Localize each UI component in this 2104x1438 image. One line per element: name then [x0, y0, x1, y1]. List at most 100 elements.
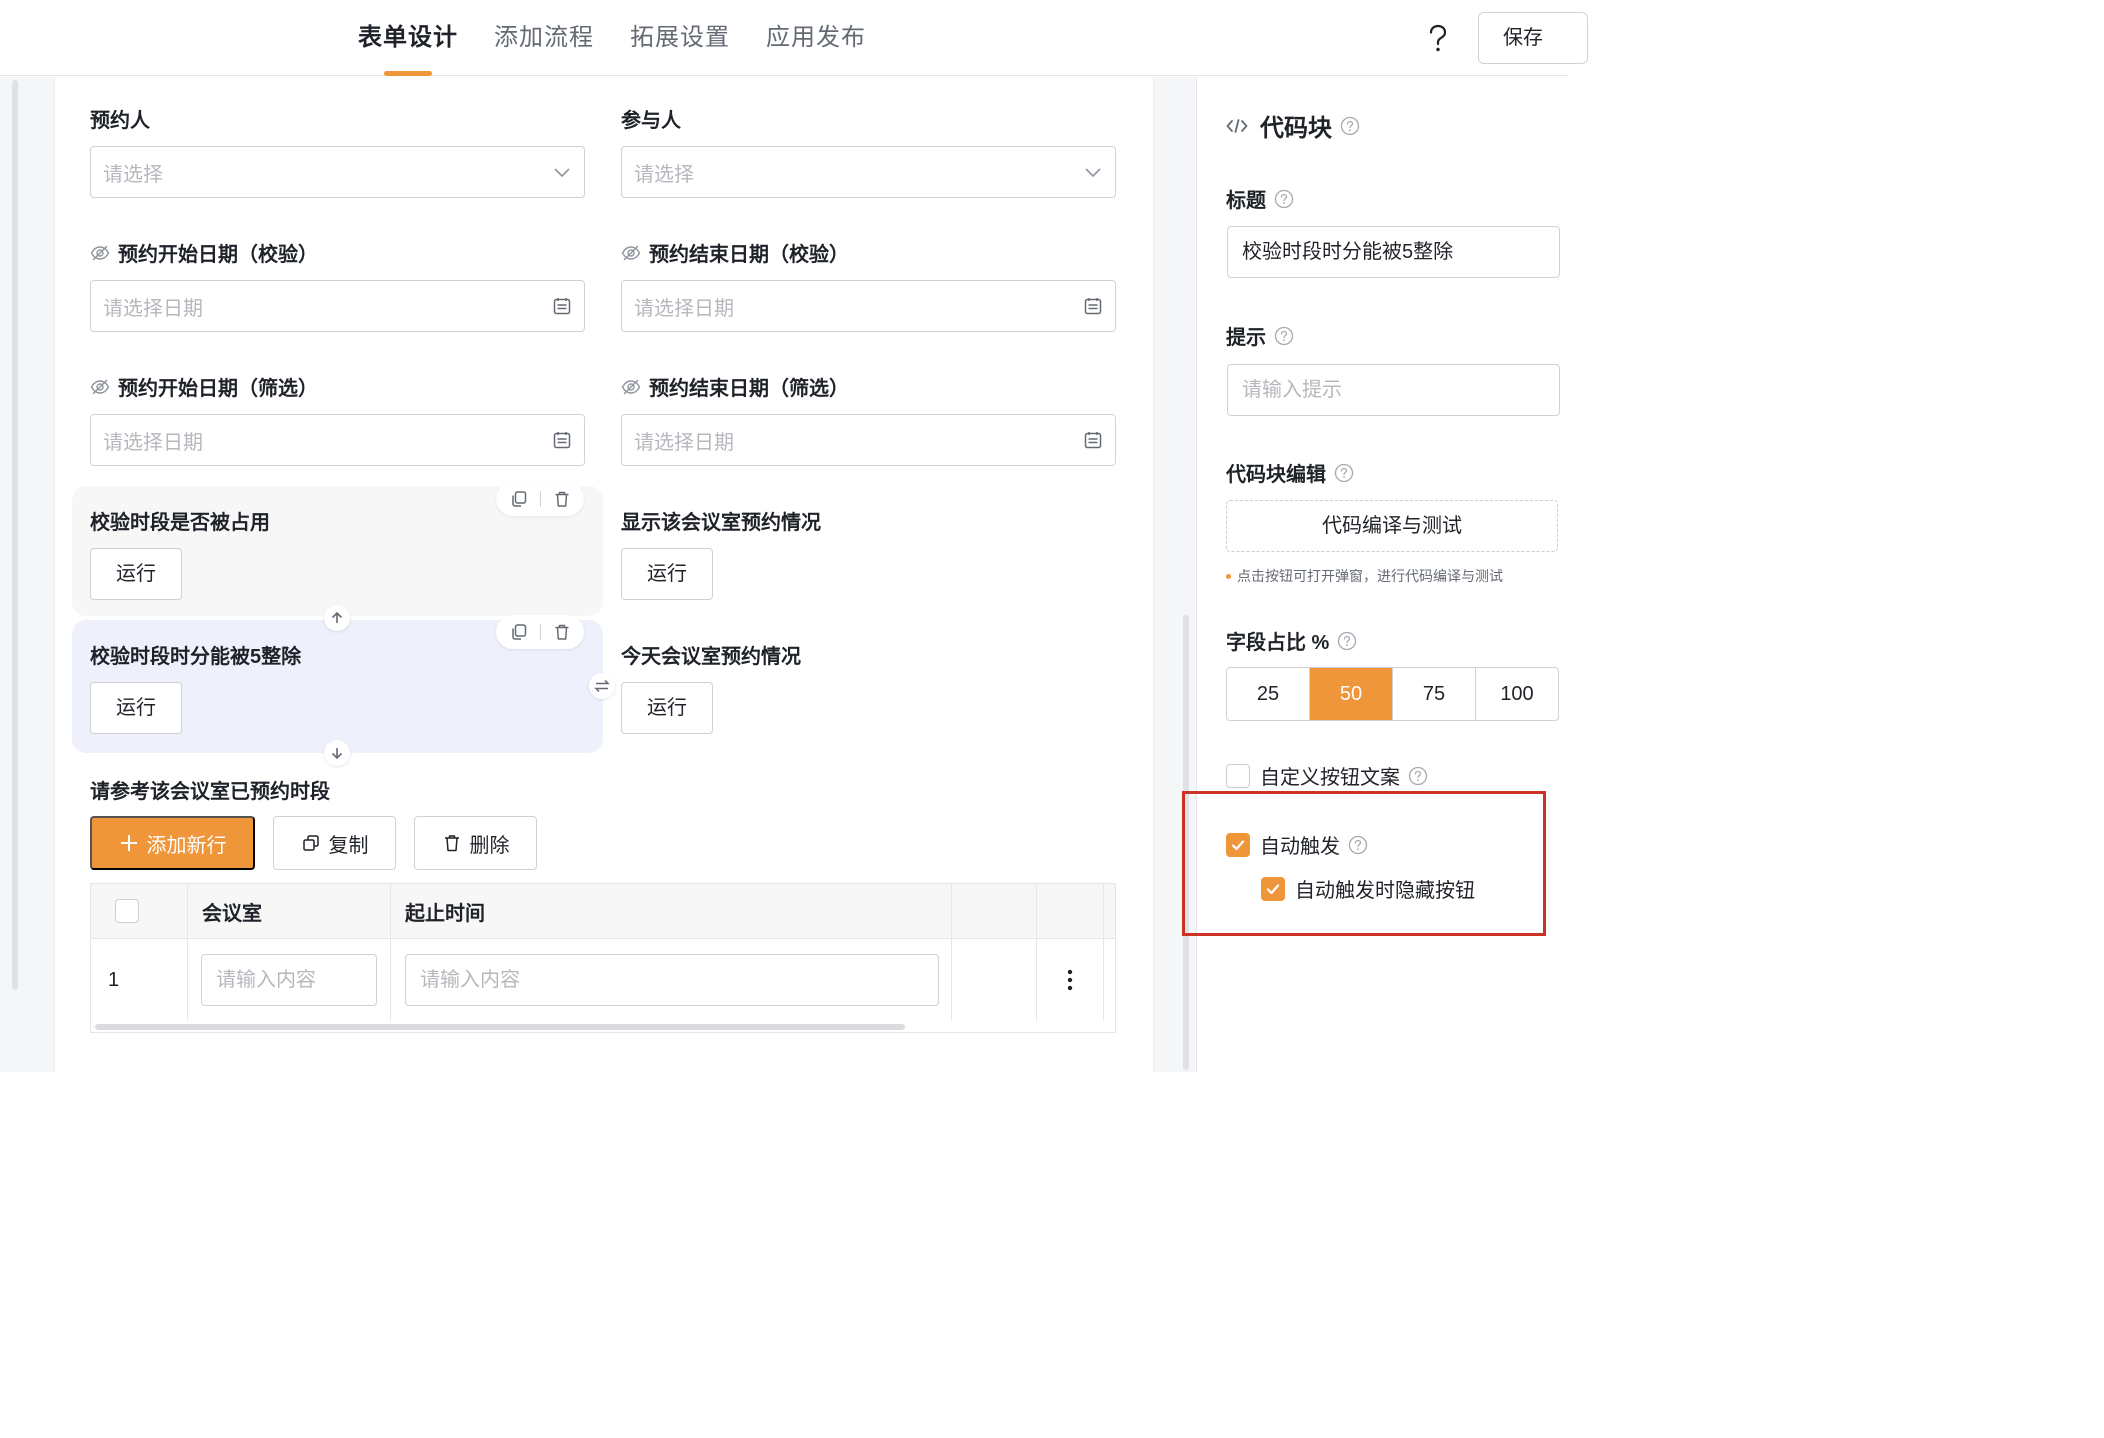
help-circle-icon[interactable] — [1334, 463, 1354, 483]
copy-row-label: 复制 — [328, 834, 369, 857]
toolbar-divider — [539, 491, 541, 507]
start-date-check-picker[interactable]: 请选择日期 — [90, 280, 585, 332]
table-row: 1 请输入内容 请输入内容 — [91, 939, 1115, 1021]
arrow-down-icon — [331, 748, 343, 760]
ratio-option-50[interactable]: 50 — [1310, 668, 1393, 720]
header-empty-cell — [952, 884, 1037, 938]
copy-row-button[interactable]: 复制 — [273, 816, 396, 870]
add-row-button[interactable]: 添加新行 — [90, 816, 255, 870]
table-scrollbar[interactable] — [95, 1024, 905, 1030]
eye-hidden-icon — [90, 379, 110, 394]
participants-label: 参与人 — [621, 110, 681, 132]
booker-select[interactable]: 请选择 — [90, 146, 585, 198]
column-header-room: 会议室 — [202, 902, 262, 925]
booker-label: 预约人 — [90, 110, 150, 132]
eye-hidden-icon — [621, 245, 641, 260]
calendar-icon — [553, 432, 571, 449]
ratio-option-25[interactable]: 25 — [1227, 668, 1310, 720]
tab-extension-settings[interactable]: 拓展设置 — [612, 0, 748, 76]
participants-placeholder: 请选择 — [634, 163, 694, 186]
calendar-icon — [553, 298, 571, 315]
panel-title: 代码块 — [1226, 108, 1360, 143]
swap-icon — [594, 679, 610, 693]
end-date-filter-picker[interactable]: 请选择日期 — [621, 414, 1116, 466]
custom-button-text-option[interactable]: 自定义按钮文案 — [1226, 761, 1428, 790]
start-date-filter-placeholder: 请选择日期 — [103, 431, 203, 454]
select-all-checkbox[interactable] — [115, 899, 139, 923]
help-circle-icon[interactable] — [1274, 189, 1294, 209]
tip-input[interactable]: 请输入提示 — [1227, 364, 1560, 416]
hint-dot — [1226, 573, 1231, 579]
end-date-check-label-text: 预约结束日期（校验） — [649, 244, 849, 266]
title-field-label: 标题 — [1226, 184, 1294, 213]
end-date-check-picker[interactable]: 请选择日期 — [621, 280, 1116, 332]
table-header: 会议室 起止时间 — [91, 884, 1115, 939]
help-circle-icon[interactable] — [1274, 326, 1294, 346]
header-select-cell — [91, 884, 188, 938]
code-block-label: 今天会议室预约情况 — [621, 646, 801, 668]
code-icon — [1226, 118, 1248, 133]
move-up-button[interactable] — [324, 605, 350, 631]
eye-hidden-icon — [90, 245, 110, 260]
calendar-icon — [1084, 432, 1102, 449]
copy-icon[interactable] — [510, 490, 528, 508]
copy-icon — [302, 835, 319, 851]
width-ratio-selector: 25 50 75 100 — [1226, 667, 1559, 721]
plus-icon — [120, 835, 137, 851]
design-tabs: 表单设计 添加流程 拓展设置 应用发布 — [340, 0, 884, 76]
room-input[interactable]: 请输入内容 — [201, 954, 377, 1006]
compile-test-button[interactable]: 代码编译与测试 — [1226, 500, 1558, 552]
run-button[interactable]: 运行 — [621, 682, 713, 734]
ratio-option-75[interactable]: 75 — [1393, 668, 1476, 720]
trash-icon[interactable] — [553, 490, 571, 508]
title-field-label-text: 标题 — [1226, 190, 1266, 212]
arrow-up-icon — [331, 611, 343, 623]
block-toolbar — [496, 482, 584, 516]
tab-form-design[interactable]: 表单设计 — [340, 0, 476, 76]
column-header-time: 起止时间 — [405, 902, 485, 925]
add-row-label: 添加新行 — [146, 834, 227, 857]
compile-hint: 点击按钮可打开弹窗，进行代码编译与测试 — [1226, 566, 1503, 586]
header-actions-cell — [1037, 884, 1104, 938]
toolbar-divider — [539, 624, 541, 640]
header-room-cell: 会议室 — [188, 884, 391, 938]
question-icon[interactable] — [1420, 20, 1456, 56]
end-date-check-placeholder: 请选择日期 — [634, 297, 734, 320]
row-actions-cell — [1037, 939, 1104, 1021]
help-circle-icon[interactable] — [1408, 766, 1428, 786]
end-date-filter-label: 预约结束日期（筛选） — [621, 372, 849, 401]
participants-select[interactable]: 请选择 — [621, 146, 1116, 198]
time-input[interactable]: 请输入内容 — [405, 954, 939, 1006]
swap-button[interactable] — [589, 673, 615, 699]
run-button[interactable]: 运行 — [90, 682, 182, 734]
run-button[interactable]: 运行 — [621, 548, 713, 600]
custom-button-text-checkbox[interactable] — [1226, 763, 1250, 788]
code-block-label: 校验时段时分能被5整除 — [90, 646, 302, 668]
tab-app-publish[interactable]: 应用发布 — [748, 0, 884, 76]
run-button[interactable]: 运行 — [90, 548, 182, 600]
help-circle-icon[interactable] — [1340, 116, 1360, 136]
booker-placeholder: 请选择 — [103, 163, 163, 186]
header-time-cell: 起止时间 — [391, 884, 952, 938]
ratio-option-100[interactable]: 100 — [1476, 668, 1558, 720]
code-edit-label: 代码块编辑 — [1226, 458, 1354, 487]
trash-icon[interactable] — [553, 623, 571, 641]
start-date-filter-picker[interactable]: 请选择日期 — [90, 414, 585, 466]
help-circle-icon[interactable] — [1337, 631, 1357, 651]
save-button[interactable]: 保存 — [1478, 12, 1588, 64]
delete-row-button[interactable]: 删除 — [414, 816, 537, 870]
row-index: 1 — [108, 968, 120, 991]
chevron-down-icon — [554, 168, 570, 178]
row-room-cell: 请输入内容 — [188, 939, 391, 1021]
start-date-check-placeholder: 请选择日期 — [103, 297, 203, 320]
eye-hidden-icon — [621, 379, 641, 394]
move-down-button[interactable] — [324, 740, 350, 766]
start-date-check-label: 预约开始日期（校验） — [90, 238, 318, 267]
copy-icon[interactable] — [510, 623, 528, 641]
start-date-check-label-text: 预约开始日期（校验） — [118, 244, 318, 266]
more-vertical-icon[interactable] — [1067, 969, 1073, 991]
subtable: 会议室 起止时间 1 请输入内容 请输入内容 — [90, 883, 1116, 1033]
title-input[interactable]: 校验时段时分能被5整除 — [1227, 226, 1560, 278]
tab-add-process[interactable]: 添加流程 — [476, 0, 612, 76]
left-scrollbar[interactable] — [12, 80, 18, 990]
